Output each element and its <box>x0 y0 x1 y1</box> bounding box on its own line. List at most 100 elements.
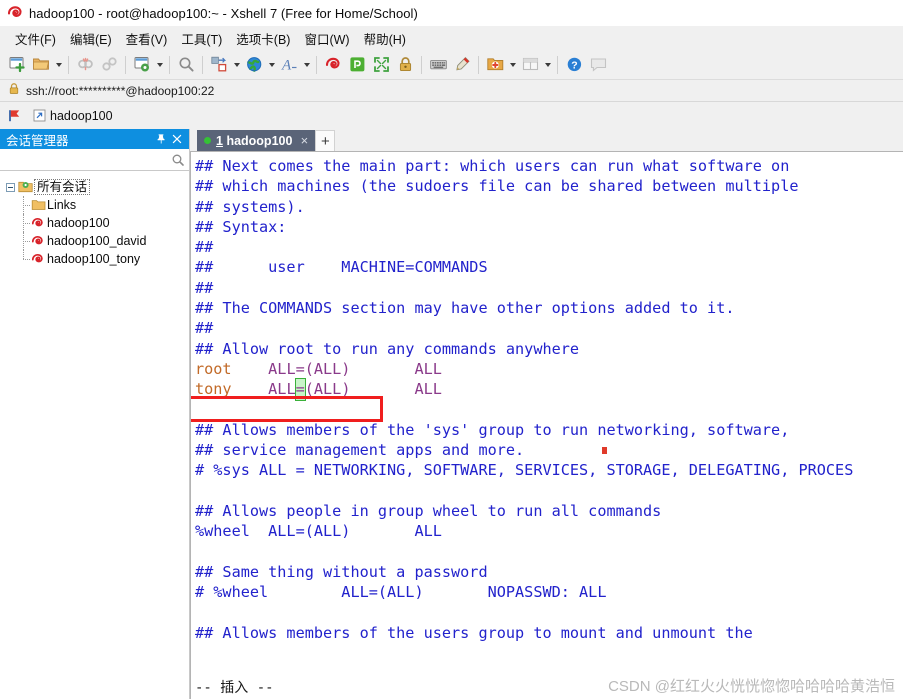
tree-guide <box>17 232 30 250</box>
tree-node-links[interactable]: Links <box>4 196 189 214</box>
tree-node-hadoop100-david[interactable]: hadoop100_david <box>4 232 189 250</box>
xftp-icon[interactable] <box>345 53 369 77</box>
menu-tabs[interactable]: 选项卡(B) <box>229 27 297 50</box>
terminal-text-span: ## service management apps and more. <box>195 441 525 460</box>
terminal-line: %wheel ALL=(ALL) ALL <box>195 521 903 541</box>
folder-settings-icon <box>17 180 34 194</box>
toolbar-separator <box>557 55 558 74</box>
connection-status-dot <box>204 137 211 144</box>
terminal-line: ## <box>195 278 903 298</box>
shortcut-arrow-icon <box>33 109 46 122</box>
toolbar-separator <box>202 55 203 74</box>
terminal-text-span: ALL <box>414 359 442 378</box>
globe-icon[interactable] <box>242 53 266 77</box>
tree-guide <box>17 214 30 232</box>
terminal-text-span: ## Next comes the main part: which users… <box>195 157 790 175</box>
terminal-column: 1 hadoop100 × + ## Next comes the main p… <box>190 129 903 699</box>
xshell-logo-icon <box>6 4 24 22</box>
session-properties-caret-icon[interactable] <box>154 53 165 77</box>
terminal-text-span: ## The COMMANDS section may have other o… <box>195 299 735 318</box>
menu-view[interactable]: 查看(V) <box>119 27 175 50</box>
terminal-text-span: tony <box>195 380 232 399</box>
menu-edit[interactable]: 编辑(E) <box>63 27 119 50</box>
tree-node-hadoop100[interactable]: hadoop100 <box>4 214 189 232</box>
terminal-text-span: ALL <box>414 380 442 399</box>
add-to-folder-icon[interactable] <box>483 53 507 77</box>
toolbar-separator <box>316 55 317 74</box>
file-transfer-caret-icon[interactable] <box>231 53 242 77</box>
terminal-text-span <box>350 360 414 378</box>
terminal-text: ## Next comes the main part: which users… <box>195 156 903 643</box>
keyboard-icon[interactable] <box>426 53 450 77</box>
toolbar-separator <box>68 55 69 74</box>
layout-caret-icon <box>542 53 553 77</box>
tab-title: hadoop100 <box>226 133 293 148</box>
xshell-session-icon <box>30 252 47 266</box>
tree-node-label: hadoop100_tony <box>47 252 141 266</box>
session-search-box[interactable] <box>0 149 189 171</box>
toolbar-separator <box>478 55 479 74</box>
terminal-screen[interactable]: ## Next comes the main part: which users… <box>190 151 903 699</box>
disconnect-icon <box>73 53 97 77</box>
terminal-line: ## Allows people in group wheel to run a… <box>195 501 903 521</box>
font-icon[interactable]: A <box>277 53 301 77</box>
terminal-line: ## <box>195 237 903 257</box>
menu-help[interactable]: 帮助(H) <box>357 27 413 50</box>
terminal-text-span: ## systems). <box>195 197 305 216</box>
bookmark-bar: hadoop100 <box>0 102 903 129</box>
session-tree: 所有会话 Links hadoop100 hadoop100_david had… <box>0 171 189 699</box>
tab-hadoop100[interactable]: 1 hadoop100 × <box>197 130 316 151</box>
window-title: hadoop100 - root@hadoop100:~ - Xshell 7 … <box>29 5 418 21</box>
toolbar-separator <box>125 55 126 74</box>
svg-text:?: ? <box>571 60 577 72</box>
highlight-icon[interactable] <box>450 53 474 77</box>
search-input[interactable] <box>5 152 171 167</box>
vim-status-line: -- 插入 -- <box>195 680 274 696</box>
open-folder-icon[interactable] <box>29 53 53 77</box>
new-tab-button[interactable]: + <box>315 130 336 151</box>
session-manager-header: 会话管理器 <box>0 129 189 149</box>
xshell-session-icon <box>30 234 47 248</box>
red-flag-icon[interactable] <box>7 108 22 123</box>
terminal-text-span: ## Allows members of the 'sys' group to … <box>195 420 790 439</box>
terminal-text-span <box>232 380 269 398</box>
terminal-line: ## <box>195 318 903 338</box>
collapse-toggle-icon[interactable] <box>4 182 17 192</box>
close-icon[interactable] <box>169 131 185 147</box>
terminal-text-span: # %wheel ALL=(ALL) NOPASSWD: ALL <box>195 583 607 602</box>
close-icon[interactable]: × <box>297 133 311 148</box>
tree-node-all-sessions[interactable]: 所有会话 <box>4 178 189 196</box>
tree-node-hadoop100-tony[interactable]: hadoop100_tony <box>4 250 189 268</box>
menu-tools[interactable]: 工具(T) <box>174 27 229 50</box>
search-icon[interactable] <box>171 153 185 167</box>
address-bar[interactable]: ssh://root:**********@hadoop100:22 <box>0 80 903 102</box>
find-icon[interactable] <box>174 53 198 77</box>
lock-icon[interactable] <box>393 53 417 77</box>
bookmark-item-hadoop100[interactable]: hadoop100 <box>29 107 117 125</box>
title-bar: hadoop100 - root@hadoop100:~ - Xshell 7 … <box>0 0 903 26</box>
file-transfer-icon[interactable] <box>207 53 231 77</box>
globe-caret-icon[interactable] <box>266 53 277 77</box>
add-to-folder-caret-icon[interactable] <box>507 53 518 77</box>
help-icon[interactable]: ? <box>562 53 586 77</box>
terminal-line: # %wheel ALL=(ALL) NOPASSWD: ALL <box>195 582 903 602</box>
fullscreen-icon[interactable] <box>369 53 393 77</box>
terminal-line: ## user MACHINE=COMMANDS <box>195 257 903 277</box>
pin-icon[interactable] <box>153 131 169 147</box>
terminal-text-span: ## Allows people in group wheel to run a… <box>195 502 662 521</box>
open-folder-caret-icon[interactable] <box>53 53 64 77</box>
session-properties-icon[interactable] <box>130 53 154 77</box>
new-session-icon[interactable] <box>5 53 29 77</box>
tree-node-label: 所有会话 <box>34 179 91 195</box>
toolbar: A ? <box>0 50 903 80</box>
menu-window[interactable]: 窗口(W) <box>297 27 356 50</box>
xshell-icon[interactable] <box>321 53 345 77</box>
font-caret-icon[interactable] <box>301 53 312 77</box>
menu-file[interactable]: 文件(F) <box>8 27 63 50</box>
address-url: ssh://root:**********@hadoop100:22 <box>26 83 215 98</box>
terminal-text-span: ## Allow root to run any commands anywhe… <box>195 339 580 358</box>
terminal-text-span: root <box>195 359 232 378</box>
